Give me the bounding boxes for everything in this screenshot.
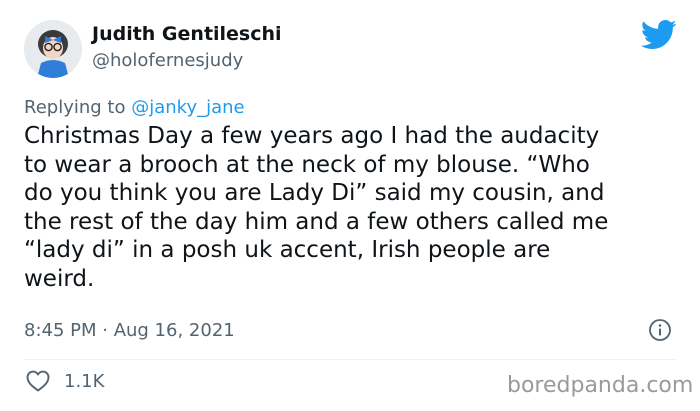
info-icon[interactable]: [648, 318, 672, 342]
reply-context: Replying to @janky_jane: [24, 97, 245, 118]
author-display-name[interactable]: Judith Gentileschi: [92, 23, 282, 45]
twitter-bird-icon[interactable]: [641, 20, 677, 50]
author-handle[interactable]: @holofernesjudy: [92, 50, 243, 71]
reply-prefix: Replying to: [24, 97, 126, 118]
reply-mention-link[interactable]: @janky_jane: [131, 97, 244, 118]
heart-icon[interactable]: [26, 370, 50, 392]
divider: [24, 359, 676, 360]
tweet-timestamp[interactable]: 8:45 PM · Aug 16, 2021: [24, 320, 235, 341]
tweet-text: Christmas Day a few years ago I had the …: [24, 123, 609, 292]
like-count: 1.1K: [64, 371, 105, 392]
watermark: boredpanda.com: [507, 373, 694, 398]
avatar[interactable]: [24, 20, 82, 78]
